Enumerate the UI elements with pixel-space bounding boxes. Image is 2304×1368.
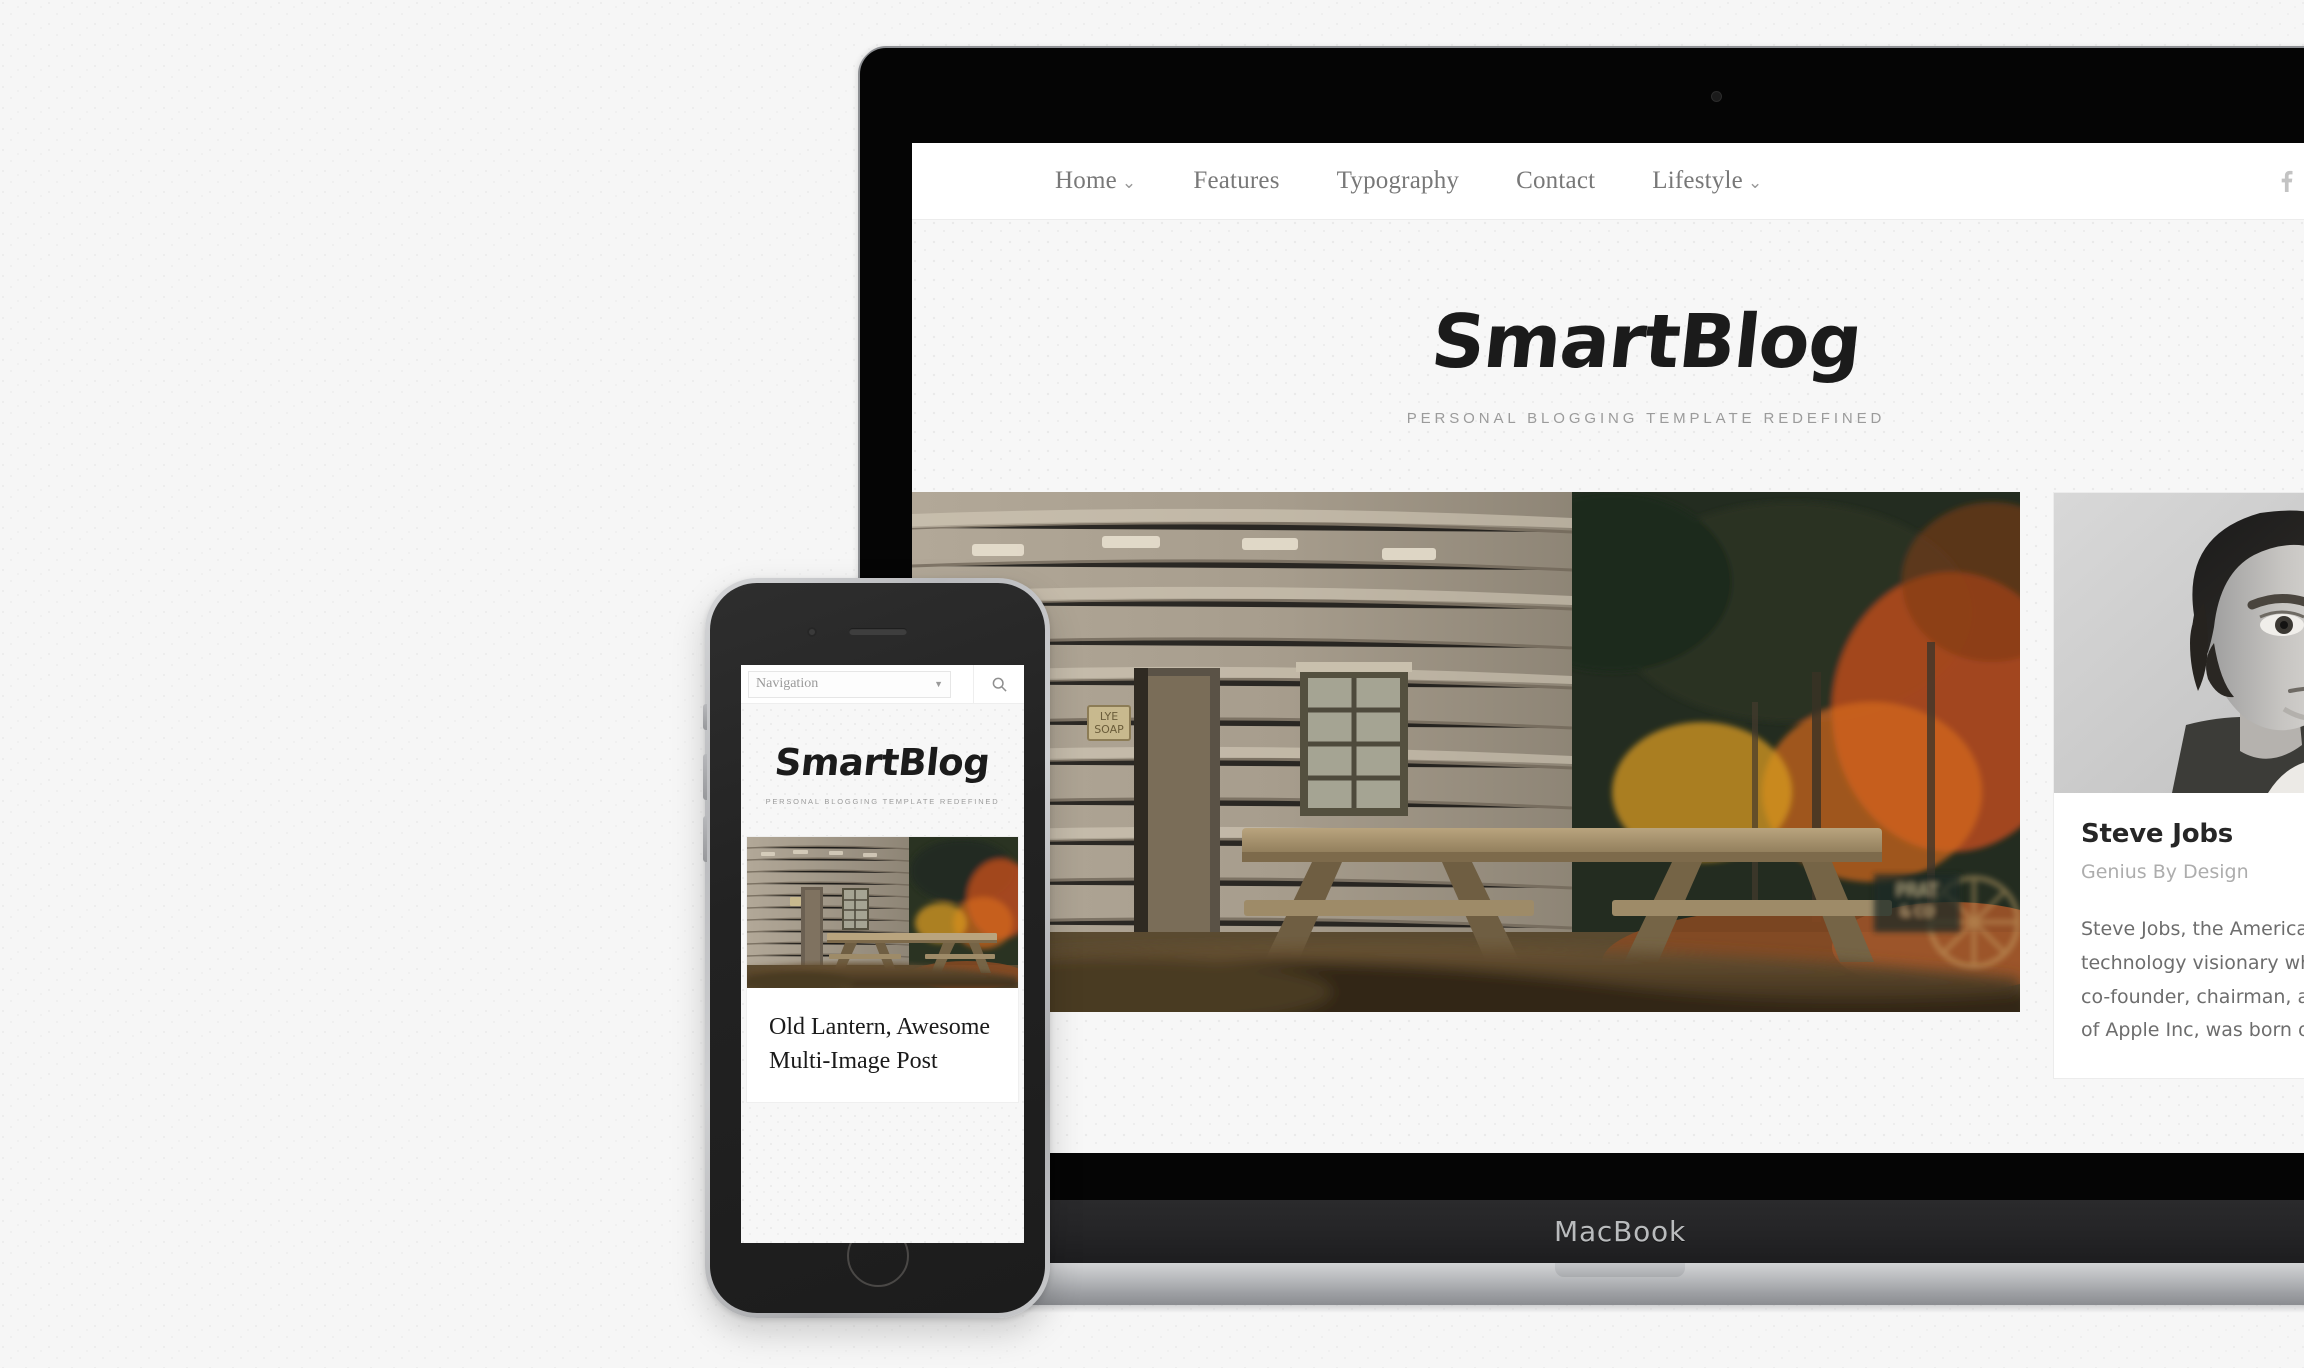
mobile-post-title: Old Lantern, Awesome Multi-Image Post bbox=[769, 1014, 991, 1075]
cabin-illustration bbox=[747, 837, 1018, 988]
mobile-brand-block: SmartBlog PERSONAL BLOGGING TEMPLATE RED… bbox=[741, 704, 1024, 806]
macbook-brand-label: MacBook bbox=[1554, 1215, 1686, 1248]
navigation-select[interactable]: Navigation ▼ bbox=[748, 670, 951, 698]
macbook-camera-icon bbox=[1712, 92, 1721, 101]
nav-item-home[interactable]: Home ⌄ bbox=[1055, 167, 1136, 195]
nav-item-features[interactable]: Features bbox=[1193, 167, 1279, 195]
side-card-text-line: co-founder, chairman, and bbox=[2081, 985, 2304, 1008]
site-tagline: PERSONAL BLOGGING TEMPLATE REDEFINED bbox=[1406, 410, 1886, 427]
iphone-body: Navigation ▼ SmartBlog PERSONAL BLOGGING… bbox=[710, 583, 1045, 1313]
hero-post-card[interactable]: LYE SOAP PRAT & CO bbox=[912, 492, 2020, 1012]
iphone-screen: Navigation ▼ SmartBlog PERSONAL BLOGGING… bbox=[741, 665, 1024, 1243]
nav-item-contact[interactable]: Contact bbox=[1516, 167, 1595, 195]
mobile-site-logo[interactable]: SmartBlog bbox=[773, 741, 992, 784]
macbook-screen: Home ⌄ Features Typography Contact Lifest… bbox=[912, 143, 2304, 1153]
iphone-frame: Navigation ▼ SmartBlog PERSONAL BLOGGING… bbox=[703, 578, 1050, 1318]
chevron-down-icon: ⌄ bbox=[1121, 173, 1137, 192]
side-card-text: Steve Jobs, the American b technology vi… bbox=[2081, 913, 2304, 1048]
search-button[interactable] bbox=[973, 665, 1024, 703]
iphone-front-camera-icon bbox=[807, 627, 817, 637]
post-grid: LYE SOAP PRAT & CO Steve Jobs Genius By … bbox=[912, 492, 2304, 1080]
nav-item-home-label: Home bbox=[1055, 167, 1117, 194]
side-card-subtitle: Genius By Design bbox=[2081, 861, 2249, 883]
svg-text:PRAT: PRAT bbox=[1896, 881, 1939, 901]
side-card-title: Steve Jobs bbox=[2081, 819, 2234, 849]
mobile-navbar: Navigation ▼ bbox=[741, 665, 1024, 704]
side-card-text-line: of Apple Inc, was born on bbox=[2081, 1019, 2304, 1042]
mobile-website: Navigation ▼ SmartBlog PERSONAL BLOGGING… bbox=[741, 665, 1024, 1243]
nav-item-typography[interactable]: Typography bbox=[1337, 167, 1459, 195]
side-post-card[interactable]: Steve Jobs Genius By Design Steve Jobs, … bbox=[2053, 492, 2304, 1080]
nav-item-lifestyle[interactable]: Lifestyle ⌄ bbox=[1652, 167, 1762, 195]
side-card-text-line: technology visionary who bbox=[2081, 951, 2304, 974]
macbook-base-notch bbox=[1555, 1263, 1685, 1277]
mobile-post-card[interactable]: Old Lantern, Awesome Multi-Image Post bbox=[746, 836, 1019, 1104]
navigation-select-value: Navigation bbox=[756, 676, 819, 691]
svg-text:& CO: & CO bbox=[1900, 905, 1934, 920]
mobile-post-image bbox=[747, 837, 1018, 988]
iphone-volume-down-button[interactable] bbox=[703, 816, 707, 862]
screenshot-stage: Home ⌄ Features Typography Contact Lifest… bbox=[0, 0, 2304, 1368]
macbook-chin-bezel: MacBook bbox=[860, 1200, 2304, 1263]
iphone-silent-switch[interactable] bbox=[703, 704, 707, 730]
macbook-device: Home ⌄ Features Typography Contact Lifest… bbox=[732, 48, 2304, 1313]
site-navbar: Home ⌄ Features Typography Contact Lifest… bbox=[912, 143, 2304, 220]
side-card-body: Steve Jobs Genius By Design Steve Jobs, … bbox=[2054, 793, 2304, 1078]
steve-jobs-photo bbox=[2054, 493, 2304, 793]
site-brand-block: SmartBlog PERSONAL BLOGGING TEMPLATE RED… bbox=[912, 220, 2304, 427]
nav-item-typography-label: Typography bbox=[1336, 167, 1460, 194]
iphone-earpiece-speaker bbox=[848, 628, 907, 635]
portrait-illustration bbox=[2054, 493, 2304, 793]
chevron-down-icon: ▼ bbox=[934, 679, 943, 689]
desktop-website: Home ⌄ Features Typography Contact Lifest… bbox=[912, 143, 2304, 1153]
chevron-down-icon: ⌄ bbox=[1747, 173, 1763, 192]
iphone-volume-up-button[interactable] bbox=[703, 754, 707, 800]
nav-item-contact-label: Contact bbox=[1516, 167, 1596, 194]
hero-post-image: LYE SOAP PRAT & CO bbox=[912, 492, 2020, 1012]
svg-text:SOAP: SOAP bbox=[1094, 723, 1124, 736]
mobile-site-tagline: PERSONAL BLOGGING TEMPLATE REDEFINED bbox=[765, 797, 1000, 806]
nav-item-lifestyle-label: Lifestyle bbox=[1652, 167, 1743, 194]
search-icon bbox=[992, 677, 1007, 692]
macbook-lid: Home ⌄ Features Typography Contact Lifest… bbox=[860, 48, 2304, 1200]
site-logo[interactable]: SmartBlog bbox=[1427, 299, 1865, 385]
nav-item-features-label: Features bbox=[1193, 167, 1280, 194]
nav-social-links bbox=[2280, 170, 2304, 192]
facebook-icon[interactable] bbox=[2280, 170, 2293, 192]
nav-list: Home ⌄ Features Typography Contact Lifest… bbox=[1055, 167, 1762, 195]
svg-text:LYE: LYE bbox=[1100, 710, 1118, 723]
side-card-text-line: Steve Jobs, the American b bbox=[2081, 918, 2304, 940]
iphone-device: Navigation ▼ SmartBlog PERSONAL BLOGGING… bbox=[703, 578, 1050, 1318]
